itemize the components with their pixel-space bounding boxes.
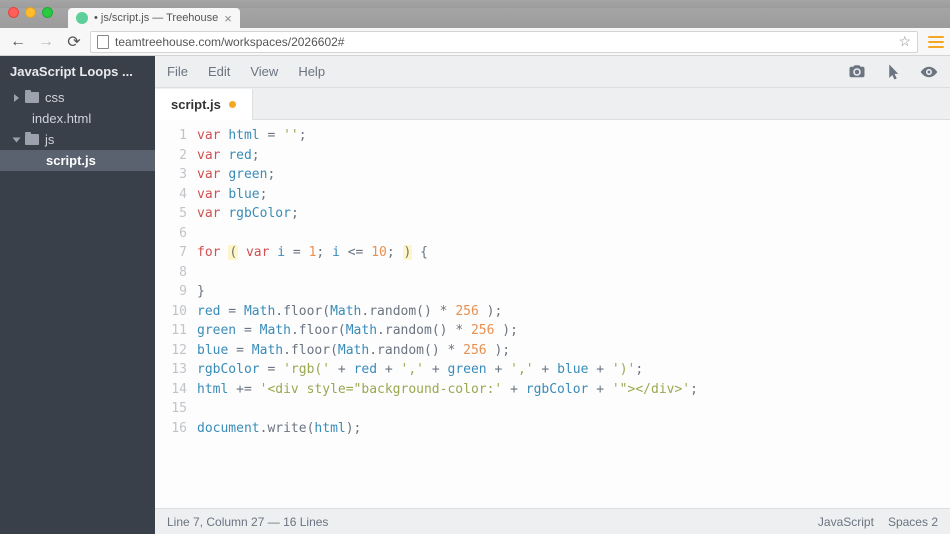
line-number: 13 <box>155 360 187 380</box>
code-line[interactable]: var blue; <box>197 185 950 205</box>
browser-tab-title: • js/script.js — Treehouse <box>94 12 218 24</box>
code-line[interactable]: var red; <box>197 146 950 166</box>
file-tree-sidebar: JavaScript Loops ... css index.html js scri… <box>0 56 155 534</box>
file-script-js[interactable]: script.js <box>0 150 155 171</box>
tree-item-label: css <box>45 90 65 105</box>
back-button[interactable]: ← <box>6 30 30 54</box>
line-number: 14 <box>155 380 187 400</box>
tree-item-label: script.js <box>46 153 96 168</box>
window-titlebar <box>0 0 950 8</box>
code-line[interactable] <box>197 224 950 244</box>
code-line[interactable]: html += '<div style="background-color:' … <box>197 380 950 400</box>
maximize-window-button[interactable] <box>42 7 53 18</box>
code-line[interactable]: green = Math.floor(Math.random() * 256 )… <box>197 321 950 341</box>
menu-view[interactable]: View <box>250 64 278 79</box>
file-tab-label: script.js <box>171 97 221 112</box>
tree-item-label: js <box>45 132 54 147</box>
line-number: 9 <box>155 282 187 302</box>
language-mode[interactable]: JavaScript <box>818 515 874 529</box>
project-name[interactable]: JavaScript Loops ... <box>0 56 155 87</box>
disclosure-icon[interactable] <box>13 137 21 142</box>
line-number: 6 <box>155 224 187 244</box>
preview-eye-icon[interactable] <box>920 63 938 81</box>
folder-icon <box>25 134 39 145</box>
code-line[interactable]: red = Math.floor(Math.random() * 256 ); <box>197 302 950 322</box>
code-line[interactable] <box>197 399 950 419</box>
line-number: 2 <box>155 146 187 166</box>
browser-chrome: • js/script.js — Treehouse × ← → ⟳ teamt… <box>0 0 950 56</box>
file-index-html[interactable]: index.html <box>0 108 155 129</box>
code-line[interactable]: rgbColor = 'rgb(' + red + ',' + green + … <box>197 360 950 380</box>
code-line[interactable]: var green; <box>197 165 950 185</box>
code-content[interactable]: var html = '';var red;var green;var blue… <box>197 126 950 508</box>
browser-toolbar: ← → ⟳ teamtreehouse.com/workspaces/20266… <box>0 28 950 56</box>
close-tab-icon[interactable]: × <box>224 11 232 26</box>
menubar: File Edit View Help <box>155 56 950 88</box>
cursor-icon[interactable] <box>884 63 902 81</box>
camera-icon[interactable] <box>848 63 866 81</box>
menu-edit[interactable]: Edit <box>208 64 230 79</box>
browser-tab[interactable]: • js/script.js — Treehouse × <box>68 8 240 28</box>
page-icon <box>97 35 109 49</box>
code-line[interactable]: for ( var i = 1; i <= 10; ) { <box>197 243 950 263</box>
favicon-icon <box>76 12 88 24</box>
line-number: 1 <box>155 126 187 146</box>
line-number: 7 <box>155 243 187 263</box>
forward-button[interactable]: → <box>34 30 58 54</box>
code-line[interactable]: blue = Math.floor(Math.random() * 256 ); <box>197 341 950 361</box>
browser-tabstrip: • js/script.js — Treehouse × <box>0 8 950 28</box>
reload-button[interactable]: ⟳ <box>62 30 86 54</box>
browser-menu-icon[interactable] <box>928 36 944 48</box>
indent-setting[interactable]: Spaces 2 <box>888 515 938 529</box>
line-number: 5 <box>155 204 187 224</box>
address-bar[interactable]: teamtreehouse.com/workspaces/2026602# ☆ <box>90 31 918 53</box>
ide-container: JavaScript Loops ... css index.html js scri… <box>0 56 950 534</box>
code-line[interactable]: var html = ''; <box>197 126 950 146</box>
url-text: teamtreehouse.com/workspaces/2026602# <box>115 35 344 49</box>
file-tab-script[interactable]: script.js <box>155 89 253 120</box>
code-line[interactable]: } <box>197 282 950 302</box>
folder-icon <box>25 92 39 103</box>
file-tree: css index.html js script.js <box>0 87 155 171</box>
folder-css[interactable]: css <box>0 87 155 108</box>
line-number: 8 <box>155 263 187 283</box>
line-number: 12 <box>155 341 187 361</box>
file-tabs: script.js <box>155 88 950 120</box>
line-number: 3 <box>155 165 187 185</box>
code-line[interactable]: document.write(html); <box>197 419 950 439</box>
cursor-position[interactable]: Line 7, Column 27 — 16 Lines <box>167 515 328 529</box>
close-window-button[interactable] <box>8 7 19 18</box>
tree-item-label: index.html <box>32 111 91 126</box>
editor-pane: File Edit View Help script.js 1234567891… <box>155 56 950 534</box>
code-editor[interactable]: 12345678910111213141516 var html = '';va… <box>155 120 950 508</box>
folder-js[interactable]: js <box>0 129 155 150</box>
line-number: 16 <box>155 419 187 439</box>
statusbar: Line 7, Column 27 — 16 Lines JavaScript … <box>155 508 950 534</box>
code-line[interactable]: var rgbColor; <box>197 204 950 224</box>
code-line[interactable] <box>197 263 950 283</box>
menu-help[interactable]: Help <box>298 64 325 79</box>
line-number: 11 <box>155 321 187 341</box>
line-number: 15 <box>155 399 187 419</box>
disclosure-icon[interactable] <box>14 94 19 102</box>
bookmark-star-icon[interactable]: ☆ <box>898 33 911 50</box>
menu-file[interactable]: File <box>167 64 188 79</box>
minimize-window-button[interactable] <box>25 7 36 18</box>
line-number: 10 <box>155 302 187 322</box>
dirty-indicator-icon <box>229 101 236 108</box>
line-number: 4 <box>155 185 187 205</box>
line-gutter: 12345678910111213141516 <box>155 126 197 508</box>
